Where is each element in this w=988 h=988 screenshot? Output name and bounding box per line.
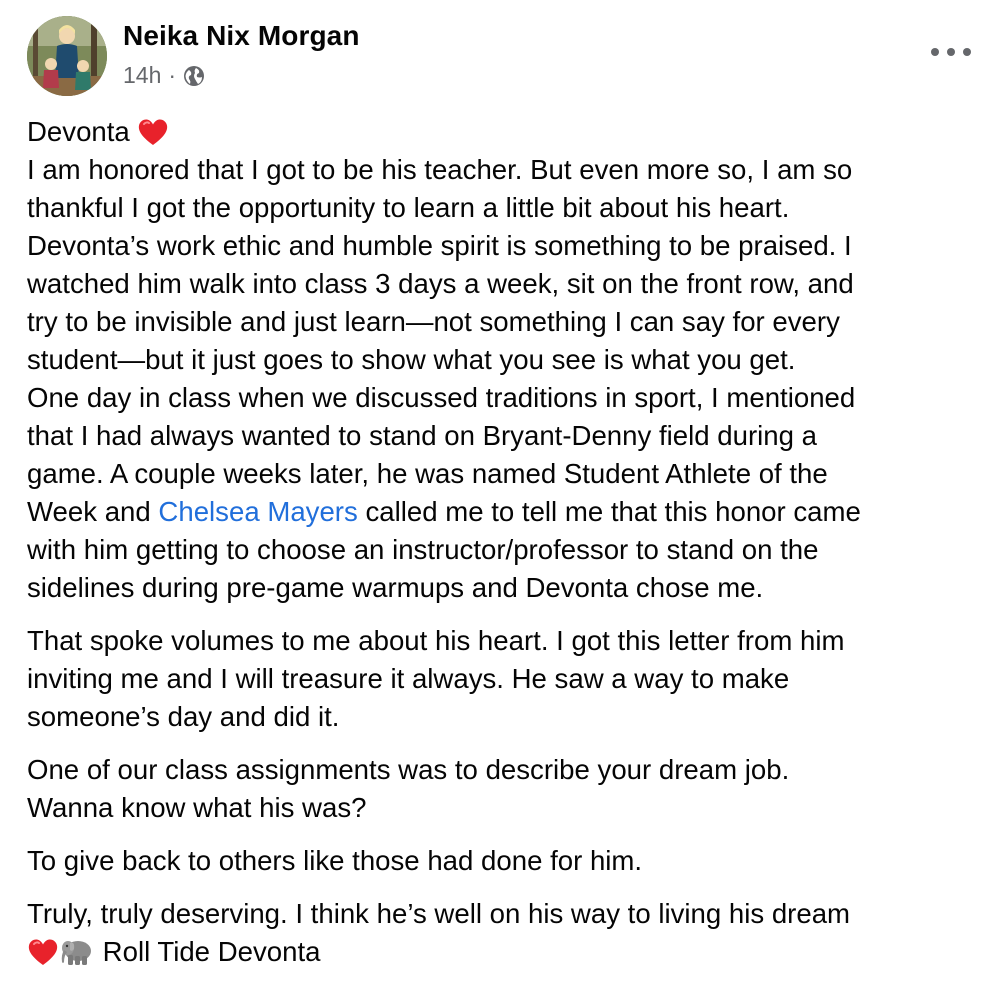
elephant-icon (61, 940, 91, 965)
red-heart-icon (139, 119, 168, 145)
post-line: try to be invisible and just learn—not s… (27, 306, 840, 337)
post-paragraph: Devonta I am honored that I got to be hi… (27, 113, 967, 607)
post-header: Neika Nix Morgan 14h · (27, 14, 971, 98)
post-line: Devonta (27, 113, 967, 151)
post-paragraph: One of our class assignments was to desc… (27, 751, 967, 827)
post-line: sidelines during pre-game warmups and De… (27, 572, 764, 603)
post-line: with him getting to choose an instructor… (27, 534, 819, 565)
post-line: Truly, truly deserving. I think he’s wel… (27, 898, 851, 929)
post-line: One day in class when we discussed tradi… (27, 382, 856, 413)
author-name[interactable]: Neika Nix Morgan (123, 20, 360, 52)
post-line: someone’s day and did it. (27, 701, 340, 732)
post-text: Roll Tide Devonta (102, 936, 321, 967)
post-line: that I had always wanted to stand on Bry… (27, 420, 817, 451)
post-line: Wanna know what his was? (27, 792, 367, 823)
post-timestamp[interactable]: 14h (123, 62, 161, 89)
post-line: Devonta’s work ethic and humble spirit i… (27, 230, 852, 261)
post-meta: 14h · (123, 62, 206, 89)
post-body: Devonta I am honored that I got to be hi… (27, 113, 967, 986)
post-text: Week and (27, 496, 151, 527)
post-line: inviting me and I will treasure it alway… (27, 663, 790, 694)
post-paragraph: To give back to others like those had do… (27, 842, 967, 880)
post-line: game. A couple weeks later, he was named… (27, 458, 828, 489)
mention-link[interactable]: Chelsea Mayers (158, 496, 357, 527)
meta-separator: · (168, 62, 177, 88)
post-title: Devonta (27, 116, 130, 147)
post-line: watched him walk into class 3 days a wee… (27, 268, 854, 299)
post-line: student—but it just goes to show what yo… (27, 344, 796, 375)
post-line: One of our class assignments was to desc… (27, 754, 790, 785)
post-paragraph: That spoke volumes to me about his heart… (27, 622, 967, 736)
globe-icon[interactable] (182, 64, 206, 88)
red-heart-icon (28, 939, 58, 965)
post-paragraph: Truly, truly deserving. I think he’s wel… (27, 895, 967, 971)
post-line: To give back to others like those had do… (27, 845, 643, 876)
post-line: That spoke volumes to me about his heart… (27, 625, 845, 656)
avatar-photo (27, 16, 107, 96)
post-line: thankful I got the opportunity to learn … (27, 192, 790, 223)
post-line: Week and Chelsea Mayers called me to tel… (27, 493, 967, 531)
post-line: I am honored that I got to be his teache… (27, 154, 853, 185)
more-options-button[interactable] (931, 42, 971, 62)
avatar[interactable] (27, 16, 107, 96)
post-line: Roll Tide Devonta (27, 933, 967, 971)
more-options-icon (931, 48, 939, 56)
post-text: called me to tell me that this honor cam… (365, 496, 861, 527)
